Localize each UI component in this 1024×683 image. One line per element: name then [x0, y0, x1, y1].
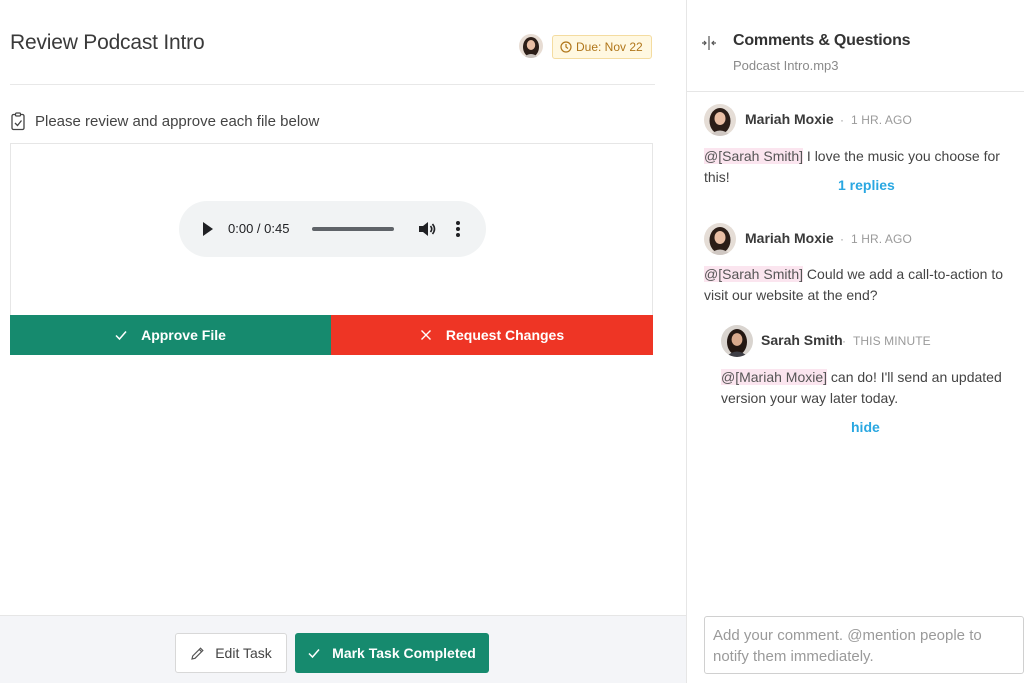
edit-task-button[interactable]: Edit Task [175, 633, 287, 673]
panel-divider [687, 91, 1024, 92]
instructions: Please review and approve each file belo… [10, 112, 319, 131]
play-icon[interactable] [201, 220, 215, 238]
clipboard-check-icon [11, 112, 25, 131]
request-changes-button[interactable]: Request Changes [331, 315, 653, 355]
reply-author[interactable]: Sarah Smith [761, 332, 843, 348]
audio-time: 0:00 / 0:45 [228, 221, 290, 236]
instructions-text: Please review and approve each file belo… [35, 113, 320, 130]
audio-player[interactable]: 0:00 / 0:45 [179, 201, 486, 257]
comment-input[interactable]: Add your comment. @mention people to not… [704, 616, 1024, 674]
file-preview: 0:00 / 0:45 [10, 143, 653, 315]
more-options-icon[interactable] [455, 219, 461, 239]
task-footer: Edit Task Mark Task Completed [0, 615, 686, 683]
task-panel: Review Podcast Intro Due: Nov 22 Please … [0, 0, 686, 683]
checkmark-icon [115, 331, 127, 341]
mention-tag[interactable]: @[Mariah Moxie] [721, 369, 828, 385]
approve-file-button[interactable]: Approve File [10, 315, 331, 355]
edit-task-label: Edit Task [215, 645, 272, 661]
audio-seek-bar[interactable] [312, 227, 394, 231]
file-name: Podcast Intro.mp3 [733, 58, 839, 73]
comments-panel: Comments & Questions Podcast Intro.mp3 M… [686, 0, 1024, 683]
reply-text: @[Mariah Moxie] can do! I'll send an upd… [721, 369, 1002, 406]
mark-task-completed-button[interactable]: Mark Task Completed [295, 633, 489, 673]
comment-time: · 1 HR. AGO [840, 113, 912, 127]
volume-icon[interactable] [417, 219, 437, 239]
due-date-badge: Due: Nov 22 [552, 35, 652, 59]
mention-tag[interactable]: @[Sarah Smith] [704, 266, 804, 282]
comments-panel-title: Comments & Questions [733, 32, 911, 49]
header-divider [10, 84, 655, 85]
mark-task-completed-label: Mark Task Completed [332, 645, 476, 661]
checkmark-icon [308, 649, 320, 659]
assignee-avatar[interactable] [519, 34, 543, 58]
hide-replies-link[interactable]: hide [851, 419, 880, 435]
person-avatar-icon [519, 34, 543, 58]
comment-author[interactable]: Mariah Moxie [745, 111, 834, 127]
comment-text: @[Sarah Smith] Could we add a call-to-ac… [704, 266, 1004, 303]
replies-link[interactable]: 1 replies [838, 177, 895, 193]
request-changes-label: Request Changes [445, 327, 565, 343]
pencil-icon [191, 646, 204, 660]
approve-file-label: Approve File [141, 327, 226, 343]
clock-icon [560, 41, 572, 53]
task-title: Review Podcast Intro [10, 31, 205, 54]
collapse-panel-icon[interactable] [701, 36, 717, 50]
close-icon [420, 330, 431, 340]
due-date-label: Due: Nov 22 [576, 40, 643, 54]
comment-time: · 1 HR. AGO [840, 232, 912, 246]
mention-tag[interactable]: @[Sarah Smith] [704, 148, 804, 164]
avatar [704, 223, 736, 255]
reply-time: · THIS MINUTE [842, 334, 931, 348]
avatar [721, 325, 753, 357]
person-avatar-icon [704, 223, 736, 255]
person-avatar-icon [721, 325, 753, 357]
comment-author[interactable]: Mariah Moxie [745, 230, 834, 246]
person-avatar-icon [704, 104, 736, 136]
avatar [704, 104, 736, 136]
